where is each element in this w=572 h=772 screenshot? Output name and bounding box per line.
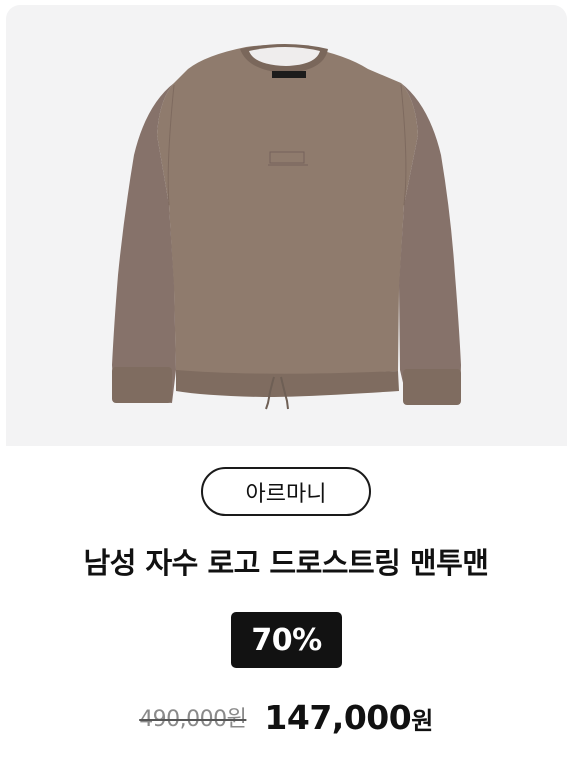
original-price: 490,000원 [139,707,247,732]
sale-price: 147,000원 [264,697,433,737]
brand-tag[interactable]: 아르마니 [201,467,371,516]
product-title[interactable]: 남성 자수 로고 드로스트링 맨투맨 [0,540,572,582]
product-image[interactable] [6,5,567,446]
price-row: 490,000원 147,000원 [0,692,572,742]
product-card[interactable]: 아르마니 남성 자수 로고 드로스트링 맨투맨 70% 490,000원 147… [0,0,572,772]
sale-price-unit: 원 [411,706,433,735]
brand-label: 아르마니 [245,481,327,507]
sale-price-number: 147,000 [264,697,412,737]
sweatshirt-image [112,44,461,410]
discount-label: 70% [251,622,322,658]
discount-badge: 70% [231,612,342,668]
